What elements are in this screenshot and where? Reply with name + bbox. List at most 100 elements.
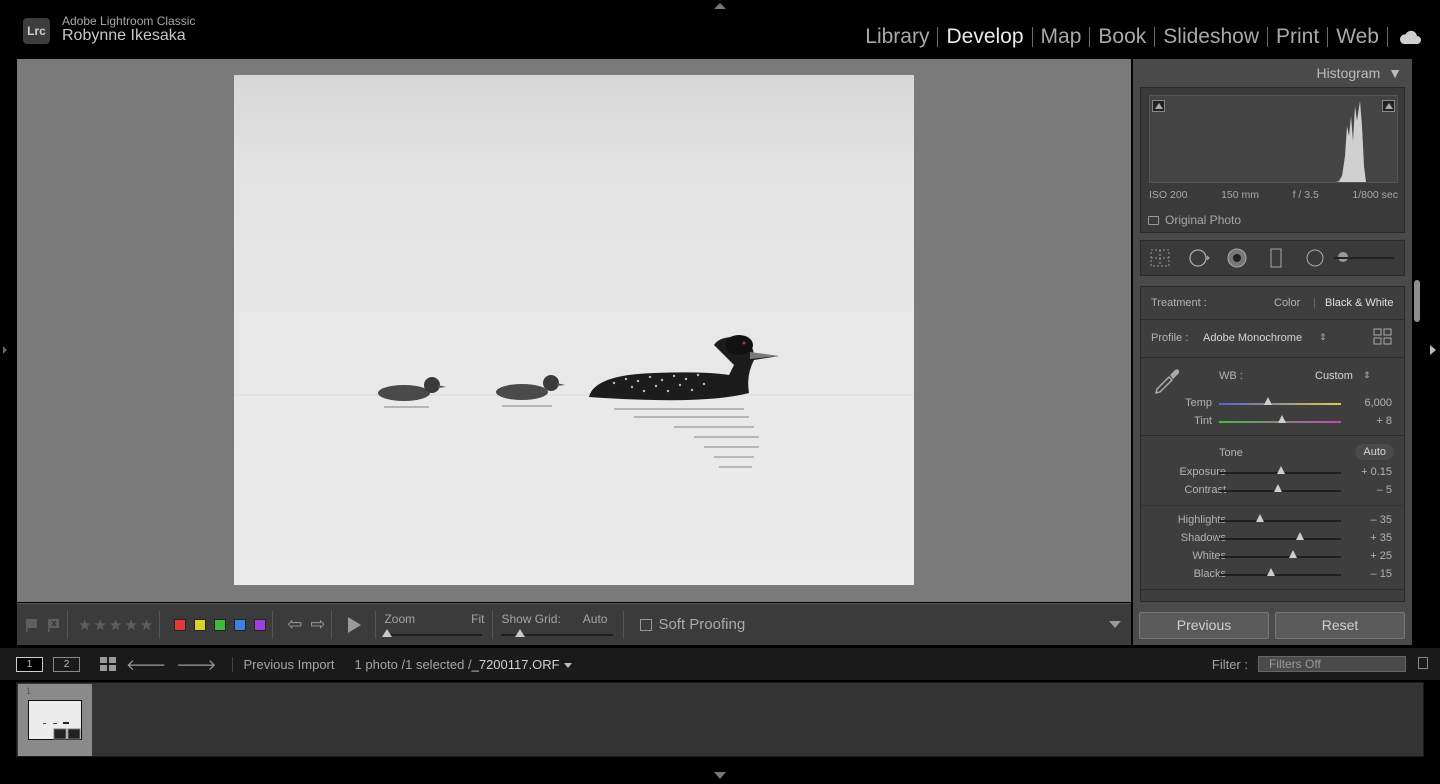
contrast-value[interactable]: – 5 — [1377, 484, 1392, 496]
tint-value[interactable]: + 8 — [1376, 415, 1392, 427]
temp-value[interactable]: 6,000 — [1364, 397, 1392, 409]
module-develop[interactable]: Develop — [938, 25, 1031, 49]
module-map[interactable]: Map — [1033, 25, 1090, 49]
wb-stepper-icon[interactable]: ⇕ — [1363, 370, 1371, 381]
forward-arrow-icon[interactable]: 🡒 — [176, 655, 216, 674]
crop-overlay-icon[interactable] — [1149, 247, 1171, 269]
right-panel-toggle-arrow[interactable] — [1430, 345, 1436, 355]
auto-tone-button[interactable]: Auto — [1355, 444, 1394, 460]
shadows-slider-thumb[interactable] — [1295, 532, 1304, 540]
blacks-value[interactable]: – 15 — [1371, 568, 1392, 580]
red-eye-icon[interactable] — [1226, 247, 1248, 269]
exposure-slider-thumb[interactable] — [1277, 466, 1286, 474]
color-label-red[interactable] — [174, 618, 187, 631]
next-photo-arrow-icon[interactable]: ⇨ — [310, 614, 325, 635]
play-slideshow-icon[interactable] — [348, 616, 362, 633]
main-window-button[interactable]: 1 — [16, 656, 43, 672]
original-photo-checkbox[interactable] — [1148, 215, 1159, 225]
selection-count[interactable]: 1 photo /1 selected /_7200117.ORF — [355, 657, 572, 672]
collapse-triangle-icon[interactable]: ▼ — [1388, 65, 1402, 81]
top-panel-toggle-arrow[interactable] — [714, 3, 726, 9]
contrast-slider-thumb[interactable] — [1273, 484, 1282, 492]
treatment-color-option[interactable]: Color — [1274, 297, 1300, 309]
right-panel-scrollbar[interactable] — [1414, 280, 1420, 322]
show-grid-control[interactable]: Show Grid: Auto — [499, 604, 617, 646]
profile-browser-icon[interactable] — [1373, 328, 1393, 346]
image-canvas[interactable] — [17, 59, 1131, 602]
left-panel-toggle-arrow[interactable] — [3, 346, 7, 354]
star-icon[interactable]: ★ — [78, 616, 91, 634]
profile-stepper-icon[interactable]: ⇕ — [1319, 332, 1327, 343]
color-label-purple[interactable] — [254, 618, 267, 631]
color-label-yellow[interactable] — [194, 618, 207, 631]
wb-select[interactable]: Custom — [1315, 370, 1353, 382]
grid-size-slider-thumb[interactable] — [515, 628, 526, 637]
reject-flag-icon[interactable] — [47, 618, 61, 632]
exposure-value[interactable]: + 0.15 — [1361, 466, 1392, 478]
blacks-slider-thumb[interactable] — [1267, 568, 1276, 576]
star-icon[interactable]: ★ — [124, 616, 137, 634]
module-web[interactable]: Web — [1328, 25, 1387, 49]
color-label-blue[interactable] — [234, 618, 247, 631]
brush-slider-track[interactable] — [1334, 257, 1394, 259]
whites-slider-track[interactable] — [1219, 556, 1341, 558]
previous-settings-button[interactable]: Previous — [1139, 612, 1269, 639]
highlights-value[interactable]: – 35 — [1371, 514, 1392, 526]
highlight-clipping-icon[interactable] — [1382, 100, 1395, 112]
star-icon[interactable]: ★ — [140, 616, 153, 634]
original-photo-toggle[interactable]: Original Photo — [1148, 213, 1241, 227]
filmstrip-source[interactable]: Previous Import — [232, 656, 335, 672]
toolbar-content-menu-icon[interactable] — [1109, 621, 1121, 628]
module-library[interactable]: Library — [857, 25, 937, 49]
lrc-logo: Lrc — [23, 18, 50, 44]
previous-photo-arrow-icon[interactable]: ⇦ — [287, 614, 302, 635]
original-photo-label: Original Photo — [1165, 213, 1242, 227]
flag-icon[interactable] — [25, 618, 39, 632]
zoom-control[interactable]: Zoom Fit — [382, 604, 486, 646]
shadows-slider-track[interactable] — [1219, 538, 1341, 540]
soft-proofing-checkbox[interactable] — [640, 618, 653, 631]
temp-slider-track[interactable] — [1219, 403, 1341, 405]
bottom-panel-toggle-arrow[interactable] — [714, 772, 726, 779]
module-print[interactable]: Print — [1268, 25, 1327, 49]
highlights-slider-track[interactable] — [1219, 520, 1341, 522]
filter-select[interactable]: Filters Off — [1258, 656, 1406, 672]
cloud-icon[interactable] — [1398, 28, 1422, 46]
filter-lock-icon[interactable] — [1418, 657, 1428, 669]
whites-slider-thumb[interactable] — [1289, 550, 1298, 558]
secondary-window-button[interactable]: 2 — [53, 656, 80, 672]
chevron-down-icon[interactable] — [563, 662, 572, 668]
star-rating[interactable]: ★ ★ ★ ★ ★ — [78, 616, 153, 634]
whites-value[interactable]: + 25 — [1370, 550, 1392, 562]
histogram-header[interactable]: Histogram ▼ — [1316, 65, 1402, 81]
profile-select[interactable]: Adobe Monochrome — [1203, 332, 1302, 344]
color-label-green[interactable] — [214, 618, 227, 631]
star-icon[interactable]: ★ — [109, 616, 122, 634]
radial-filter-icon[interactable] — [1304, 247, 1326, 269]
module-slideshow[interactable]: Slideshow — [1155, 25, 1267, 49]
photo-loons[interactable] — [234, 75, 914, 585]
zoom-slider-thumb[interactable] — [382, 628, 393, 637]
highlights-slider-thumb[interactable] — [1256, 514, 1265, 522]
shadows-value[interactable]: + 35 — [1370, 532, 1392, 544]
filmstrip-thumbnail[interactable]: 1 — [18, 684, 92, 756]
eyedropper-icon[interactable] — [1151, 363, 1183, 395]
module-book[interactable]: Book — [1090, 25, 1154, 49]
star-icon[interactable]: ★ — [93, 616, 106, 634]
show-grid-value[interactable]: Auto — [583, 612, 608, 626]
shadow-clipping-icon[interactable] — [1152, 100, 1165, 112]
module-separator — [1387, 27, 1388, 47]
spot-removal-icon[interactable] — [1188, 247, 1210, 269]
treatment-bw-option[interactable]: Black & White — [1325, 297, 1393, 309]
tint-slider-thumb[interactable] — [1278, 415, 1287, 423]
back-arrow-icon[interactable]: 🡐 — [126, 655, 166, 674]
zoom-slider-track[interactable] — [384, 633, 483, 636]
grid-view-icon[interactable] — [100, 657, 116, 671]
reset-button[interactable]: Reset — [1275, 612, 1405, 639]
toolbar-separator — [67, 610, 68, 639]
graduated-filter-icon[interactable] — [1265, 247, 1287, 269]
histogram-plot[interactable] — [1149, 95, 1398, 183]
temp-slider-thumb[interactable] — [1263, 397, 1272, 405]
tint-label: Tint — [1194, 415, 1212, 427]
blacks-slider-track[interactable] — [1219, 574, 1341, 576]
